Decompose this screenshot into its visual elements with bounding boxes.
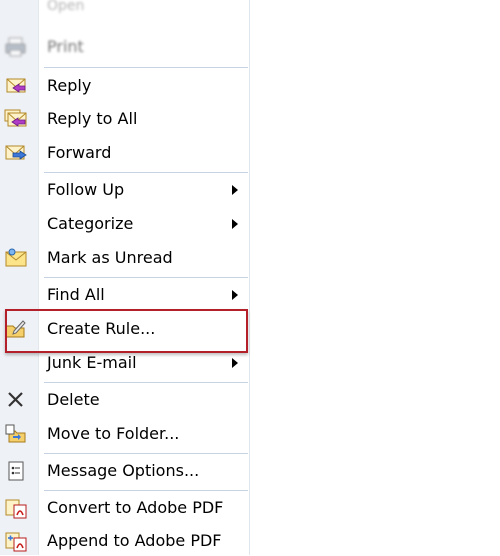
menu-item-label: Follow Up: [47, 180, 125, 199]
menu-item-delete[interactable]: Delete: [0, 385, 249, 415]
menu-item-message-options[interactable]: Message Options...: [0, 456, 249, 486]
menu-item-label: Reply: [47, 76, 92, 95]
menu-separator: [44, 172, 248, 173]
mark-unread-icon: [4, 247, 28, 269]
menu-separator: [44, 67, 248, 68]
menu-item-mark-unread[interactable]: Mark as Unread: [0, 243, 249, 273]
menu-separator: [44, 490, 248, 491]
menu-item-print[interactable]: Print: [0, 32, 249, 62]
menu-item-label: Forward: [47, 143, 112, 162]
submenu-arrow-icon: [232, 219, 238, 229]
menu-item-move-to-folder[interactable]: Move to Folder...: [0, 419, 249, 449]
forward-icon: [4, 142, 28, 164]
printer-icon: [4, 36, 28, 58]
menu-item-reply-all[interactable]: Reply to All: [0, 104, 249, 134]
menu-item-label: Junk E-mail: [47, 353, 137, 372]
menu-item-convert-adobe-pdf[interactable]: Convert to Adobe PDF: [0, 493, 249, 523]
menu-separator: [44, 277, 248, 278]
pdf-convert-icon: [4, 497, 28, 519]
pdf-append-icon: [4, 530, 28, 552]
create-rule-highlight-box: [5, 309, 248, 353]
menu-item-label: Convert to Adobe PDF: [47, 498, 224, 517]
menu-item-append-adobe-pdf[interactable]: Append to Adobe PDF: [0, 526, 249, 556]
menu-item-label: Append to Adobe PDF: [47, 531, 222, 550]
menu-item-reply[interactable]: Reply: [0, 71, 249, 101]
menu-item-open-partial: Open: [47, 0, 85, 14]
menu-separator: [44, 382, 248, 383]
reply-all-icon: [4, 108, 28, 130]
submenu-arrow-icon: [232, 290, 238, 300]
menu-item-label: Find All: [47, 285, 105, 304]
menu-item-label: Reply to All: [47, 109, 138, 128]
menu-item-label: Categorize: [47, 214, 134, 233]
move-folder-icon: [4, 423, 28, 445]
menu-separator: [44, 453, 248, 454]
menu-item-label: Message Options...: [47, 461, 200, 480]
menu-item-find-all[interactable]: Find All: [0, 280, 249, 310]
delete-icon: [4, 389, 28, 411]
menu-item-follow-up[interactable]: Follow Up: [0, 175, 249, 205]
context-menu: Open Print Reply Reply to All Forward Fo…: [0, 0, 250, 555]
submenu-arrow-icon: [232, 358, 238, 368]
menu-item-categorize[interactable]: Categorize: [0, 209, 249, 239]
menu-item-forward[interactable]: Forward: [0, 138, 249, 168]
menu-item-label: Delete: [47, 390, 100, 409]
menu-item-label: Mark as Unread: [47, 248, 173, 267]
menu-item-label: Print: [47, 37, 84, 56]
submenu-arrow-icon: [232, 185, 238, 195]
menu-item-label: Move to Folder...: [47, 424, 180, 443]
message-options-icon: [4, 460, 28, 482]
reply-icon: [4, 75, 28, 97]
